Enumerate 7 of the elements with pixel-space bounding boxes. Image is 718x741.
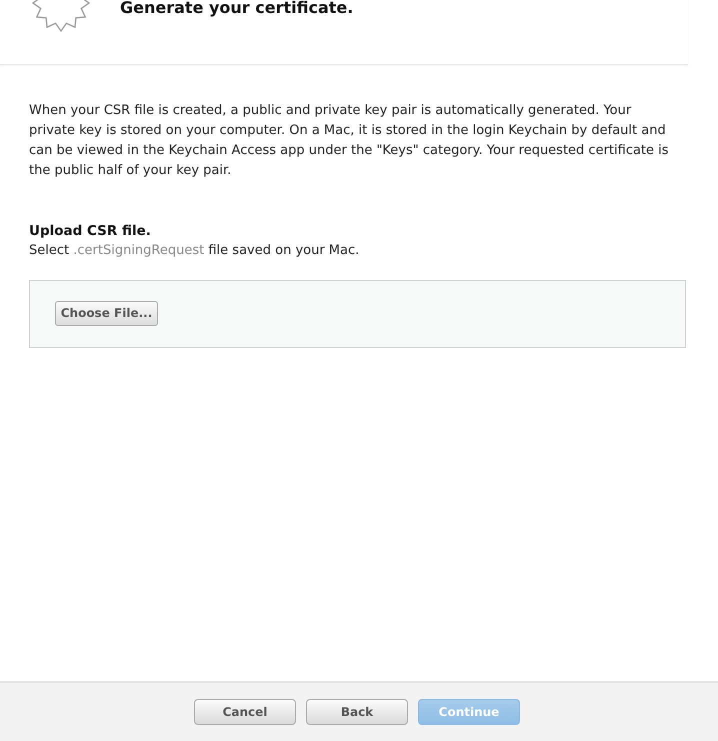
footer-button[interactable]: Cancel — [194, 699, 296, 725]
section-heading: Upload CSR file. — [29, 223, 152, 239]
upload-hint: Select .certSigningRequest file saved on your Mac. — [29, 243, 360, 258]
footer-button[interactable]: Back — [306, 699, 408, 725]
intro-paragraph: When your CSR file is created, a public and private key pair is automatically generated. Your private key is stored on your computer. On a Mac, it is stored in the login Keychain by default and can be viewed in the Keychain Access app under the "Keys" category. Your requested certificate is the public half of your key pair. — [29, 102, 669, 180]
choose-file-button[interactable]: Choose File... — [55, 300, 158, 326]
page-title: Generate your certificate. — [120, 0, 354, 17]
